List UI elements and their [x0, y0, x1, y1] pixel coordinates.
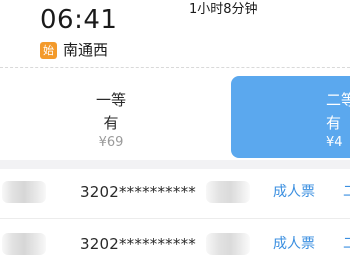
redacted-passenger-name: [2, 181, 46, 203]
passenger-id-number: 3202**********: [80, 235, 196, 253]
seat-type-link[interactable]: 二: [343, 183, 350, 201]
seat-option-first-class[interactable]: 一等 有 ¥69: [6, 76, 216, 158]
redacted-passenger-name: [2, 233, 46, 255]
seat-availability: 有: [326, 114, 342, 132]
ticket-type-link[interactable]: 成人票: [273, 235, 315, 253]
journey-info: 06:41 1小时8分钟 始 南通西: [0, 0, 350, 66]
seat-availability: 有: [103, 114, 119, 132]
seat-price: ¥4: [326, 135, 343, 150]
passenger-row[interactable]: 3202********** 成人票 二: [0, 221, 350, 260]
redacted-id-tail: [206, 233, 250, 255]
ticket-type-link[interactable]: 成人票: [273, 183, 315, 201]
row-divider: [0, 218, 350, 219]
origin-station-row: 始 南通西: [40, 40, 108, 60]
passenger-id-number: 3202**********: [80, 183, 196, 201]
redacted-id-tail: [206, 181, 250, 203]
passenger-row[interactable]: 3202********** 成人票 二: [0, 169, 350, 219]
section-separator: [0, 160, 350, 169]
travel-duration: 1小时8分钟: [189, 2, 258, 17]
ticket-booking-screen: 06:41 1小时8分钟 始 南通西 一等 有 ¥69 二等 有 ¥4 3202…: [0, 0, 350, 260]
seat-class-name: 二等: [326, 91, 350, 109]
seat-option-second-class[interactable]: 二等 有 ¥4: [231, 76, 350, 158]
dashed-divider: [0, 67, 350, 68]
seat-class-name: 一等: [95, 91, 126, 109]
seat-type-link[interactable]: 二: [343, 235, 350, 253]
passenger-list: 3202********** 成人票 二 3202********** 成人票 …: [0, 169, 350, 260]
origin-station-name: 南通西: [63, 41, 109, 59]
origin-badge-icon: 始: [40, 41, 57, 59]
departure-time: 06:41: [40, 5, 118, 35]
seat-price: ¥69: [98, 135, 124, 150]
seat-class-selector: 一等 有 ¥69 二等 有 ¥4: [0, 76, 350, 160]
